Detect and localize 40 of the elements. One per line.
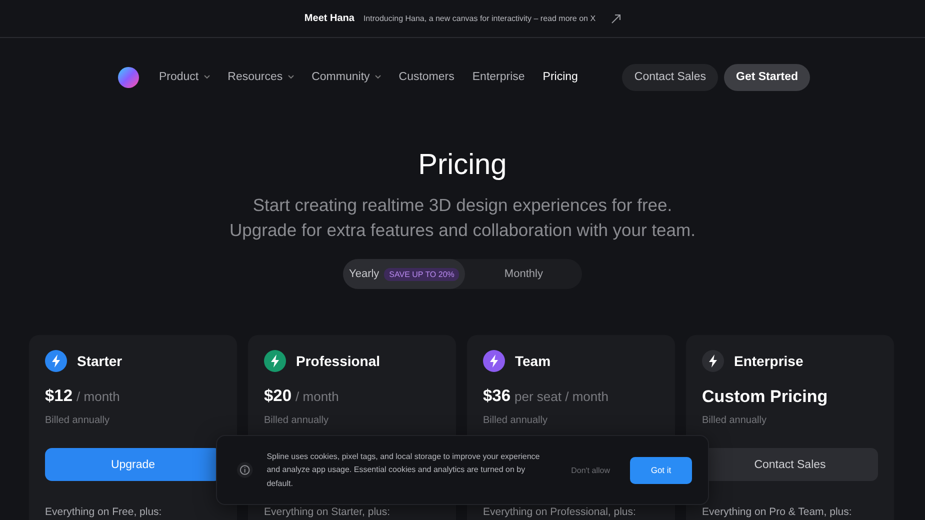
features-intro: Everything on Pro & Team, plus:: [702, 506, 853, 518]
page-subtitle: Upgrade for extra features and collaboration with your team.: [230, 219, 696, 241]
nav-link[interactable]: Customers: [398, 71, 454, 83]
page-title: Pricing: [418, 148, 507, 183]
announcement-text[interactable]: Introducing Hana, a new canvas for interactivity – read more on X: [363, 14, 596, 23]
billing-note: Billed annually: [702, 415, 768, 426]
plan-name: Team: [515, 353, 551, 369]
external-link-icon[interactable]: [610, 14, 621, 24]
info-icon: [237, 462, 253, 478]
nav-link[interactable]: Product: [159, 71, 210, 83]
plan-name: Enterprise: [734, 353, 804, 369]
contact-sales-button[interactable]: Contact Sales: [622, 64, 718, 90]
billing-option[interactable]: Yearly SAVE UP TO 20%: [343, 259, 466, 289]
plan-price: Custom Pricing: [702, 387, 828, 407]
cookie-message: Spline uses cookies, pixel tags, and local storage to improve your experience and analyze app usage. Essential cookies and analytics are turned on by default.: [266, 450, 541, 490]
plan-price: $36: [483, 387, 511, 406]
plan-name: Starter: [77, 353, 122, 369]
dont-allow-button[interactable]: Don't allow: [565, 464, 616, 476]
announcement-title: Meet Hana: [304, 13, 354, 24]
plan-price: $12: [45, 387, 73, 406]
get-started-button[interactable]: Get Started: [724, 64, 810, 90]
features-intro: Everything on Professional, plus:: [483, 506, 637, 518]
billing-note: Billed annually: [264, 415, 330, 426]
billing-option[interactable]: Monthly: [465, 259, 582, 289]
features-intro: Everything on Starter, plus:: [264, 506, 392, 518]
plan-name: Professional: [296, 353, 380, 369]
nav-link[interactable]: Resources: [228, 71, 294, 83]
discount-badge: SAVE UP TO 20%: [384, 268, 460, 280]
billing-note: Billed annually: [483, 415, 548, 426]
features-intro: Everything on Free, plus:: [45, 506, 163, 518]
plan-price: $20: [264, 387, 292, 406]
nav-link[interactable]: Pricing: [542, 71, 578, 83]
price-period: per seat / month: [514, 389, 608, 404]
billing-note: Billed annually: [45, 415, 110, 426]
nav-link[interactable]: Community: [312, 71, 381, 83]
page-subtitle: Start creating realtime 3D design experiences for free.: [252, 194, 672, 216]
logo-icon[interactable]: [118, 66, 139, 88]
price-period: / month: [76, 389, 120, 404]
nav-link[interactable]: Enterprise: [472, 71, 525, 83]
price-period: / month: [296, 389, 339, 404]
